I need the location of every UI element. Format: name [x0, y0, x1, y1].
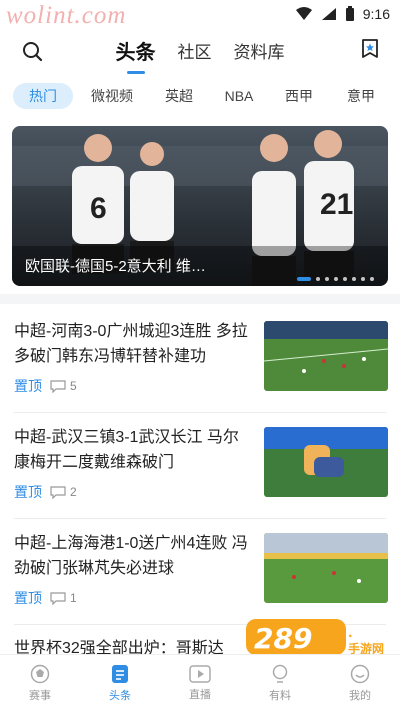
section-divider — [0, 294, 400, 304]
channel-hot[interactable]: 热门 — [13, 83, 73, 109]
news-thumbnail — [264, 427, 388, 497]
clock: 9:16 — [362, 6, 390, 22]
soccer-ball-icon — [30, 664, 50, 683]
comment-count: 5 — [70, 379, 77, 393]
nav-label: 直播 — [189, 688, 211, 701]
svg-text:21: 21 — [320, 188, 353, 221]
bottom-nav: 赛事 头条 直播 有料 我的 — [0, 654, 400, 711]
carousel-dot — [343, 277, 347, 281]
carousel-dot-active — [297, 277, 311, 281]
comment-count: 2 — [70, 485, 77, 499]
comment-icon — [50, 485, 66, 499]
carousel-dot — [316, 277, 320, 281]
battery-icon — [345, 6, 354, 21]
banner-caption: 欧国联-德国5-2意大利 维… — [25, 258, 206, 275]
news-item[interactable]: 中超-上海海港1-0送广州4连败 冯劲破门张琳芃失必进球 置顶 1 — [0, 516, 400, 624]
channel-nba[interactable]: NBA — [216, 83, 262, 109]
svg-text:.: . — [348, 626, 353, 640]
carousel-dot — [370, 277, 374, 281]
channel-serie-a[interactable]: 意甲 — [338, 83, 384, 109]
tab-headlines[interactable]: 头条 — [116, 36, 156, 69]
news-item[interactable]: 中超-武汉三镇3-1武汉长江 马尔康梅开二度戴维森破门 置顶 2 — [0, 410, 400, 518]
wifi-icon — [295, 7, 312, 20]
smile-icon — [350, 664, 370, 683]
nav-matches[interactable]: 赛事 — [0, 655, 80, 711]
nav-label: 有料 — [269, 689, 291, 702]
featured-banner[interactable]: 6 21 欧国联-德国5-2意大利 维… — [12, 126, 388, 286]
pinned-tag: 置顶 — [14, 378, 42, 394]
logo-badge: 289 . 手游网 — [246, 619, 384, 656]
nav-profile[interactable]: 我的 — [320, 655, 400, 711]
favorites-star-icon[interactable] — [358, 37, 382, 61]
tab-community[interactable]: 社区 — [178, 38, 212, 67]
status-bar: wolint.com 9:16 — [0, 0, 400, 30]
news-title: 中超-上海海港1-0送广州4连败 冯劲破门张琳芃失必进球 — [14, 535, 248, 577]
nav-label: 头条 — [109, 689, 131, 702]
nav-label: 我的 — [349, 689, 371, 702]
comment-icon — [50, 591, 66, 605]
carousel-dot — [352, 277, 356, 281]
channel-micro-video[interactable]: 微视频 — [84, 83, 140, 109]
news-item[interactable]: 中超-河南3-0广州城迎3连胜 多拉多破门韩东冯博轩替补建功 置顶 5 — [0, 304, 400, 412]
tab-database[interactable]: 资料库 — [234, 38, 285, 67]
svg-text:6: 6 — [90, 192, 107, 225]
watermark-text: wolint.com — [6, 2, 127, 29]
news-thumbnail — [264, 533, 388, 603]
nav-headlines[interactable]: 头条 — [80, 655, 160, 711]
channel-tabs: 热门 微视频 英超 NBA 西甲 意甲 — [0, 80, 400, 112]
news-title: 中超-河南3-0广州城迎3连胜 多拉多破门韩东冯博轩替补建功 — [14, 323, 248, 365]
news-title: 中超-武汉三镇3-1武汉长江 马尔康梅开二度戴维森破门 — [14, 429, 239, 471]
carousel-dot — [325, 277, 329, 281]
news-thumbnail — [264, 321, 388, 391]
nav-label: 赛事 — [29, 689, 51, 702]
logo-number: 289 — [254, 622, 312, 655]
nav-content[interactable]: 有料 — [240, 655, 320, 711]
carousel-dot — [334, 277, 338, 281]
pinned-tag: 置顶 — [14, 590, 42, 606]
pinned-tag: 置顶 — [14, 484, 42, 500]
top-bar: 头条 社区 资料库 — [0, 30, 400, 74]
channel-premier-league[interactable]: 英超 — [156, 83, 202, 109]
carousel-indicator — [297, 277, 374, 281]
comment-count: 1 — [70, 591, 77, 605]
carousel-dot — [361, 277, 365, 281]
bulb-icon — [272, 664, 288, 683]
comment-icon — [50, 379, 66, 393]
channel-la-liga[interactable]: 西甲 — [276, 83, 322, 109]
signal-icon — [321, 8, 336, 20]
nav-live[interactable]: 直播 — [160, 655, 240, 711]
play-screen-icon — [189, 664, 211, 683]
document-icon — [112, 664, 128, 683]
